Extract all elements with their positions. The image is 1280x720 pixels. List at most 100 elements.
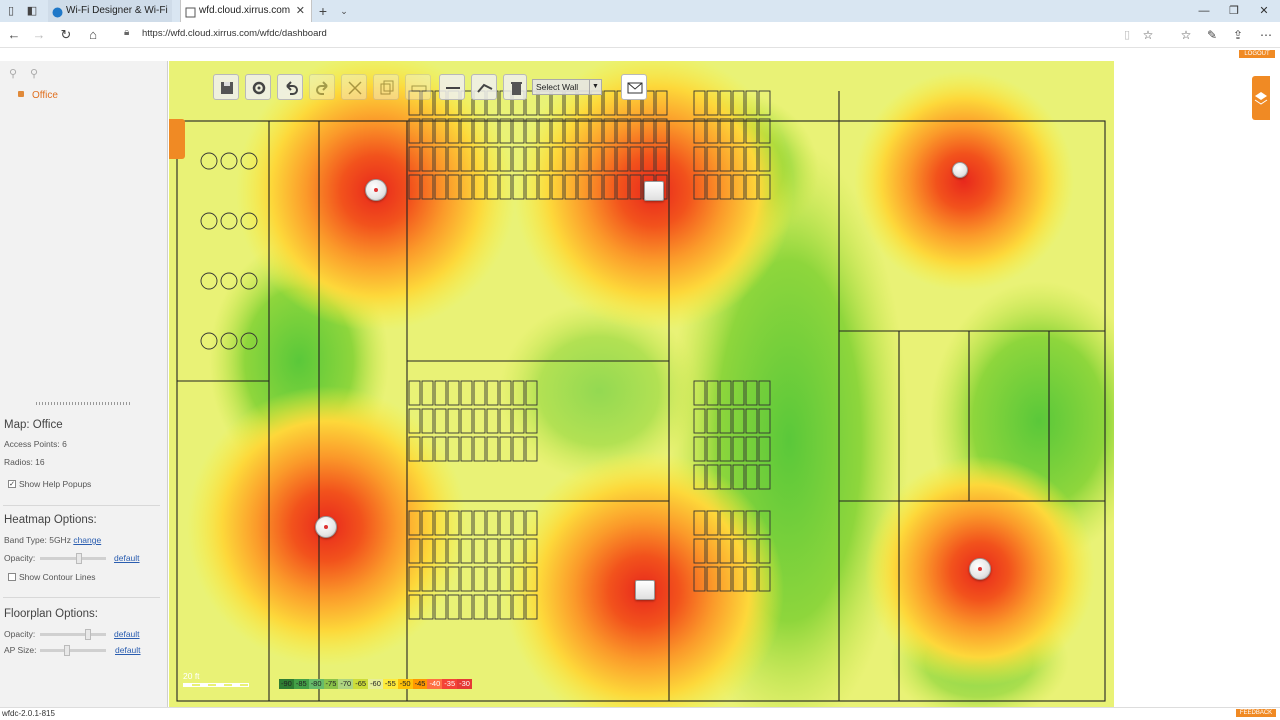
new-tab-icon[interactable]: + (315, 3, 331, 19)
slider-knob[interactable] (64, 645, 70, 656)
signal-legend: -90 -85 -80 -75 -70 -65 -60 -55 -50 -45 -40 -35 -30 (279, 679, 472, 689)
copy-tool-button[interactable] (373, 74, 399, 100)
layers-tab[interactable] (1252, 76, 1270, 120)
status-bar: wfdc-2.0.1-815 (0, 707, 1280, 720)
floor-drawer-tab[interactable] (169, 119, 185, 159)
refresh-icon[interactable]: ↻ (57, 26, 75, 44)
close-tab-icon[interactable]: ✕ (296, 0, 305, 22)
home-icon[interactable]: ⌂ (84, 26, 102, 44)
legend-item: -70 (338, 679, 354, 689)
web-note-icon[interactable]: ✎ (1203, 26, 1221, 44)
floorplan-drawing (176, 90, 1106, 702)
heatmap-options-title: Heatmap Options: (4, 514, 97, 526)
band-type-label: Band Type: 5GHz (4, 535, 71, 545)
band-type: Band Type: 5GHz change (4, 535, 101, 545)
copy-icon (380, 80, 394, 95)
address-bar: ← → ↻ ⌂ 🔒︎ https://wfd.cloud.xirrus.com/… (0, 22, 1280, 48)
floorplan-opacity-default-link[interactable]: default (114, 629, 140, 639)
more-menu-icon[interactable]: ⋯ (1257, 26, 1275, 44)
slider-knob[interactable] (85, 629, 91, 640)
reading-view-icon[interactable]: ▯ (1118, 26, 1136, 44)
floor-icon (18, 91, 24, 97)
show-contour-lines-label: Show Contour Lines (19, 572, 96, 582)
ruler-icon (411, 85, 427, 92)
delete-button[interactable] (503, 74, 527, 100)
legend-item: -85 (293, 679, 309, 689)
chevron-down-icon: ▼ (589, 80, 601, 94)
radios-count: Radios: 16 (4, 457, 45, 467)
cut-icon (348, 81, 362, 95)
settings-button[interactable] (245, 74, 271, 100)
map-scale-bar (183, 683, 249, 687)
legend-item: -55 (382, 679, 398, 689)
wall-type-select[interactable]: Select Wall ▼ (532, 79, 602, 95)
access-point[interactable] (315, 516, 337, 538)
restore-icon[interactable]: ❐ (1218, 0, 1250, 22)
legend-item: -80 (308, 679, 324, 689)
heatmap-opacity-slider[interactable] (40, 553, 106, 564)
slider-knob[interactable] (76, 553, 82, 564)
wall-line-icon (446, 87, 460, 89)
gear-icon (252, 81, 266, 95)
access-points-count: Access Points: 6 (4, 439, 67, 449)
remove-pin-icon[interactable]: ⚲ (30, 67, 42, 80)
forward-icon[interactable]: → (30, 26, 48, 44)
save-button[interactable] (213, 74, 239, 100)
set-aside-tabs-icon[interactable]: ◧ (24, 3, 40, 19)
left-panel: ⚲ ⚲ Office Map: Office Access Points: 6 … (0, 61, 168, 707)
heatmap-canvas[interactable]: Select Wall ▼ 20 ft -90 -85 -80 -75 -70 -65 -6… (169, 61, 1114, 707)
draw-wall-button[interactable] (439, 74, 465, 100)
page-favicon-icon (185, 5, 196, 18)
polyline-icon (477, 83, 493, 93)
access-point[interactable] (635, 580, 655, 600)
cut-tool-button[interactable] (341, 74, 367, 100)
favorites-hub-icon[interactable]: ☆ (1177, 26, 1195, 44)
tab-xirrus-cloud[interactable]: wfd.cloud.xirrus.com ✕ (180, 0, 312, 22)
ap-size-label: AP Size: (4, 645, 37, 655)
tab-wifi-designer[interactable]: Wi-Fi Designer & Wi-Fi Insp (48, 0, 172, 38)
redo-button[interactable] (309, 74, 335, 100)
url-field[interactable]: https://wfd.cloud.xirrus.com/wfdc/dashbo… (142, 28, 327, 39)
tab-preview-chevron-icon[interactable]: ⌄ (336, 3, 352, 19)
show-contour-lines-checkbox[interactable] (8, 573, 16, 581)
logout-button[interactable]: LOGOUT (1239, 50, 1275, 58)
draw-polywall-button[interactable] (471, 74, 497, 100)
close-window-icon[interactable]: ✕ (1248, 0, 1280, 22)
panel-splitter[interactable] (36, 402, 132, 405)
floorplan-options-title: Floorplan Options: (4, 608, 98, 620)
tab-list-icon[interactable]: ▯ (3, 3, 19, 19)
email-report-button[interactable] (621, 74, 647, 100)
minimize-icon[interactable]: — (1188, 0, 1220, 22)
legend-item: -40 (427, 679, 443, 689)
back-icon[interactable]: ← (5, 26, 23, 44)
access-point[interactable] (969, 558, 991, 580)
show-help-popups-label: Show Help Popups (19, 479, 92, 489)
right-margin (1114, 61, 1280, 707)
ap-indicator-icon (374, 188, 378, 192)
ap-size-slider[interactable] (40, 645, 106, 656)
favorite-star-icon[interactable]: ☆ (1139, 26, 1157, 44)
access-point-move-icon[interactable] (952, 162, 968, 178)
floorplan-opacity-label: Opacity: (4, 629, 36, 639)
ap-size-default-link[interactable]: default (115, 645, 141, 655)
undo-button[interactable] (277, 74, 303, 100)
wall-type-value: Select Wall (536, 82, 579, 92)
legend-item: -45 (412, 679, 428, 689)
feedback-button[interactable]: FEEDBACK (1236, 709, 1276, 717)
access-point[interactable] (365, 179, 387, 201)
legend-item: -60 (368, 679, 383, 689)
tree-item-label: Office (32, 90, 58, 101)
change-band-link[interactable]: change (73, 535, 101, 545)
lock-icon: 🔒︎ (124, 27, 130, 38)
heatmap-opacity-default-link[interactable]: default (114, 553, 140, 563)
share-icon[interactable]: ⇪ (1229, 26, 1247, 44)
add-pin-icon[interactable]: ⚲ (9, 67, 21, 80)
access-point[interactable] (644, 181, 664, 201)
show-help-popups-checkbox[interactable]: ✓ (8, 480, 16, 488)
tree-item-office[interactable]: Office (18, 90, 58, 101)
legend-item: -90 (279, 679, 294, 689)
tab-label: wfd.cloud.xirrus.com (199, 5, 291, 16)
measure-tool-button[interactable] (405, 74, 431, 100)
divider (3, 505, 160, 506)
floorplan-opacity-slider[interactable] (40, 629, 106, 640)
